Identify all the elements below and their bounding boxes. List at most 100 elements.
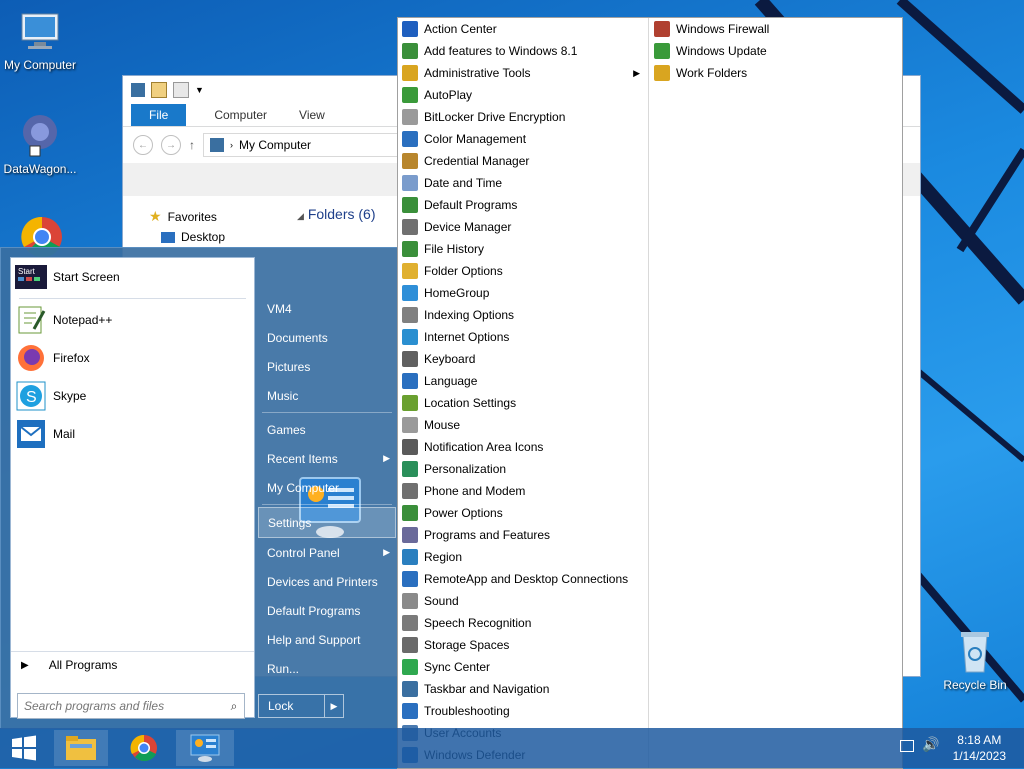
pinned-notepad[interactable]: Notepad++ bbox=[11, 301, 254, 339]
taskbar-chrome[interactable] bbox=[118, 730, 170, 766]
network-icon[interactable] bbox=[900, 740, 914, 752]
places-item-vm4[interactable]: VM4 bbox=[258, 294, 396, 323]
back-button[interactable]: ← bbox=[133, 135, 153, 155]
control-panel-item[interactable]: Programs and Features bbox=[398, 524, 648, 546]
svg-text:S: S bbox=[26, 389, 37, 406]
control-panel-item[interactable]: Speech Recognition bbox=[398, 612, 648, 634]
forward-button[interactable]: → bbox=[161, 135, 181, 155]
nav-favorites[interactable]: ★ Favorites bbox=[149, 208, 217, 225]
control-panel-item[interactable]: Add features to Windows 8.1 bbox=[398, 40, 648, 62]
control-panel-icon bbox=[190, 734, 220, 762]
all-programs-label: All Programs bbox=[48, 658, 118, 672]
control-panel-item-label: Troubleshooting bbox=[424, 704, 510, 718]
control-panel-item[interactable]: Device Manager bbox=[398, 216, 648, 238]
desktop-icon-recycle-bin[interactable]: Recycle Bin bbox=[935, 628, 1015, 692]
customize-toolbar-icon[interactable]: ▼ bbox=[195, 85, 204, 95]
control-panel-item[interactable]: Notification Area Icons bbox=[398, 436, 648, 458]
tab-view[interactable]: View bbox=[283, 104, 341, 126]
control-panel-item[interactable]: Default Programs bbox=[398, 194, 648, 216]
control-panel-item[interactable]: Location Settings bbox=[398, 392, 648, 414]
control-panel-item[interactable]: Region bbox=[398, 546, 648, 568]
device-manager-icon bbox=[402, 219, 418, 235]
control-panel-item[interactable]: Phone and Modem bbox=[398, 480, 648, 502]
tab-computer[interactable]: Computer bbox=[198, 104, 283, 126]
places-item-control-panel[interactable]: Control Panel ▶ bbox=[258, 538, 396, 567]
pinned-skype[interactable]: S Skype bbox=[11, 377, 254, 415]
collapse-icon: ◢ bbox=[297, 211, 304, 221]
lock-button[interactable]: Lock bbox=[258, 694, 325, 718]
control-panel-item[interactable]: Windows Update bbox=[650, 40, 900, 62]
control-panel-item[interactable]: Sound bbox=[398, 590, 648, 612]
places-item-recent-items[interactable]: Recent Items ▶ bbox=[258, 444, 396, 473]
control-panel-item[interactable]: Keyboard bbox=[398, 348, 648, 370]
programs-and-features-icon bbox=[402, 527, 418, 543]
control-panel-item[interactable]: Language bbox=[398, 370, 648, 392]
taskbar-file-explorer[interactable] bbox=[54, 730, 108, 766]
start-button[interactable] bbox=[4, 730, 44, 766]
control-panel-item[interactable]: BitLocker Drive Encryption bbox=[398, 106, 648, 128]
control-panel-item[interactable]: Date and Time bbox=[398, 172, 648, 194]
places-item-pictures[interactable]: Pictures bbox=[258, 352, 396, 381]
control-panel-item[interactable]: Folder Options bbox=[398, 260, 648, 282]
desktop-icon-datawagon[interactable]: DataWagon... bbox=[0, 112, 80, 176]
nav-desktop[interactable]: Desktop bbox=[161, 230, 225, 244]
pinned-label: Firefox bbox=[53, 351, 90, 365]
lock-button-group: Lock ▶ bbox=[258, 694, 344, 718]
control-panel-item[interactable]: Windows Firewall bbox=[650, 18, 900, 40]
pinned-start-screen[interactable]: Start Start Screen bbox=[11, 258, 254, 296]
places-item-games[interactable]: Games bbox=[258, 415, 396, 444]
start-search-box[interactable]: ⌕ bbox=[17, 693, 245, 719]
autoplay-icon bbox=[402, 87, 418, 103]
file-history-icon bbox=[402, 241, 418, 257]
clock-date: 1/14/2023 bbox=[952, 749, 1006, 763]
control-panel-item[interactable]: Credential Manager bbox=[398, 150, 648, 172]
control-panel-item[interactable]: Taskbar and Navigation bbox=[398, 678, 648, 700]
search-icon[interactable]: ⌕ bbox=[224, 699, 244, 714]
control-panel-item[interactable]: Troubleshooting bbox=[398, 700, 648, 722]
up-icon[interactable]: ↑ bbox=[189, 138, 195, 152]
control-panel-item[interactable]: Personalization bbox=[398, 458, 648, 480]
control-panel-item[interactable]: Sync Center bbox=[398, 656, 648, 678]
start-search-input[interactable] bbox=[18, 698, 224, 714]
lock-options-button[interactable]: ▶ bbox=[325, 694, 344, 718]
taskbar-control-panel[interactable] bbox=[176, 730, 234, 766]
places-item-settings[interactable]: Settings bbox=[258, 507, 396, 538]
arrow-right-icon: ▶ bbox=[330, 700, 338, 711]
places-item-run[interactable]: Run... bbox=[258, 654, 396, 683]
places-item-devices-printers[interactable]: Devices and Printers bbox=[258, 567, 396, 596]
control-panel-item[interactable]: Indexing Options bbox=[398, 304, 648, 326]
places-item-default-programs[interactable]: Default Programs bbox=[258, 596, 396, 625]
control-panel-item[interactable]: Internet Options bbox=[398, 326, 648, 348]
control-panel-item-label: Windows Firewall bbox=[676, 22, 770, 36]
control-panel-item[interactable]: RemoteApp and Desktop Connections bbox=[398, 568, 648, 590]
control-panel-item[interactable]: Power Options bbox=[398, 502, 648, 524]
control-panel-item[interactable]: Mouse bbox=[398, 414, 648, 436]
places-item-help-support[interactable]: Help and Support bbox=[258, 625, 396, 654]
control-panel-item[interactable]: Storage Spaces bbox=[398, 634, 648, 656]
control-panel-item[interactable]: AutoPlay bbox=[398, 84, 648, 106]
column-divider bbox=[648, 18, 649, 768]
start-icon bbox=[12, 735, 36, 761]
control-panel-item[interactable]: Color Management bbox=[398, 128, 648, 150]
control-panel-item-label: Internet Options bbox=[424, 330, 510, 344]
start-menu-places-panel: VM4 Documents Pictures Music Games Recen… bbox=[258, 248, 396, 726]
all-programs-button[interactable]: ▶ All Programs bbox=[11, 651, 254, 678]
pinned-firefox[interactable]: Firefox bbox=[11, 339, 254, 377]
system-clock[interactable]: 8:18 AM 1/14/2023 bbox=[953, 732, 1006, 764]
control-panel-item[interactable]: Work Folders bbox=[650, 62, 900, 84]
pinned-mail[interactable]: Mail bbox=[11, 415, 254, 453]
control-panel-item[interactable]: File History bbox=[398, 238, 648, 260]
properties-icon[interactable] bbox=[151, 82, 167, 98]
volume-icon[interactable]: 🔊 bbox=[922, 736, 939, 753]
places-item-my-computer[interactable]: My Computer bbox=[258, 473, 396, 502]
folders-group-header[interactable]: ◢ Folders (6) bbox=[297, 206, 376, 222]
places-item-music[interactable]: Music bbox=[258, 381, 396, 410]
control-panel-item[interactable]: Action Center bbox=[398, 18, 648, 40]
places-item-documents[interactable]: Documents bbox=[258, 323, 396, 352]
control-panel-item[interactable]: Administrative Tools ▶ bbox=[398, 62, 648, 84]
desktop-icon-my-computer[interactable]: My Computer bbox=[0, 8, 80, 72]
new-folder-icon[interactable] bbox=[173, 82, 189, 98]
tab-file[interactable]: File bbox=[131, 104, 187, 126]
control-panel-column-1: Action Center Add features to Windows 8.1… bbox=[398, 18, 648, 766]
control-panel-item[interactable]: HomeGroup bbox=[398, 282, 648, 304]
